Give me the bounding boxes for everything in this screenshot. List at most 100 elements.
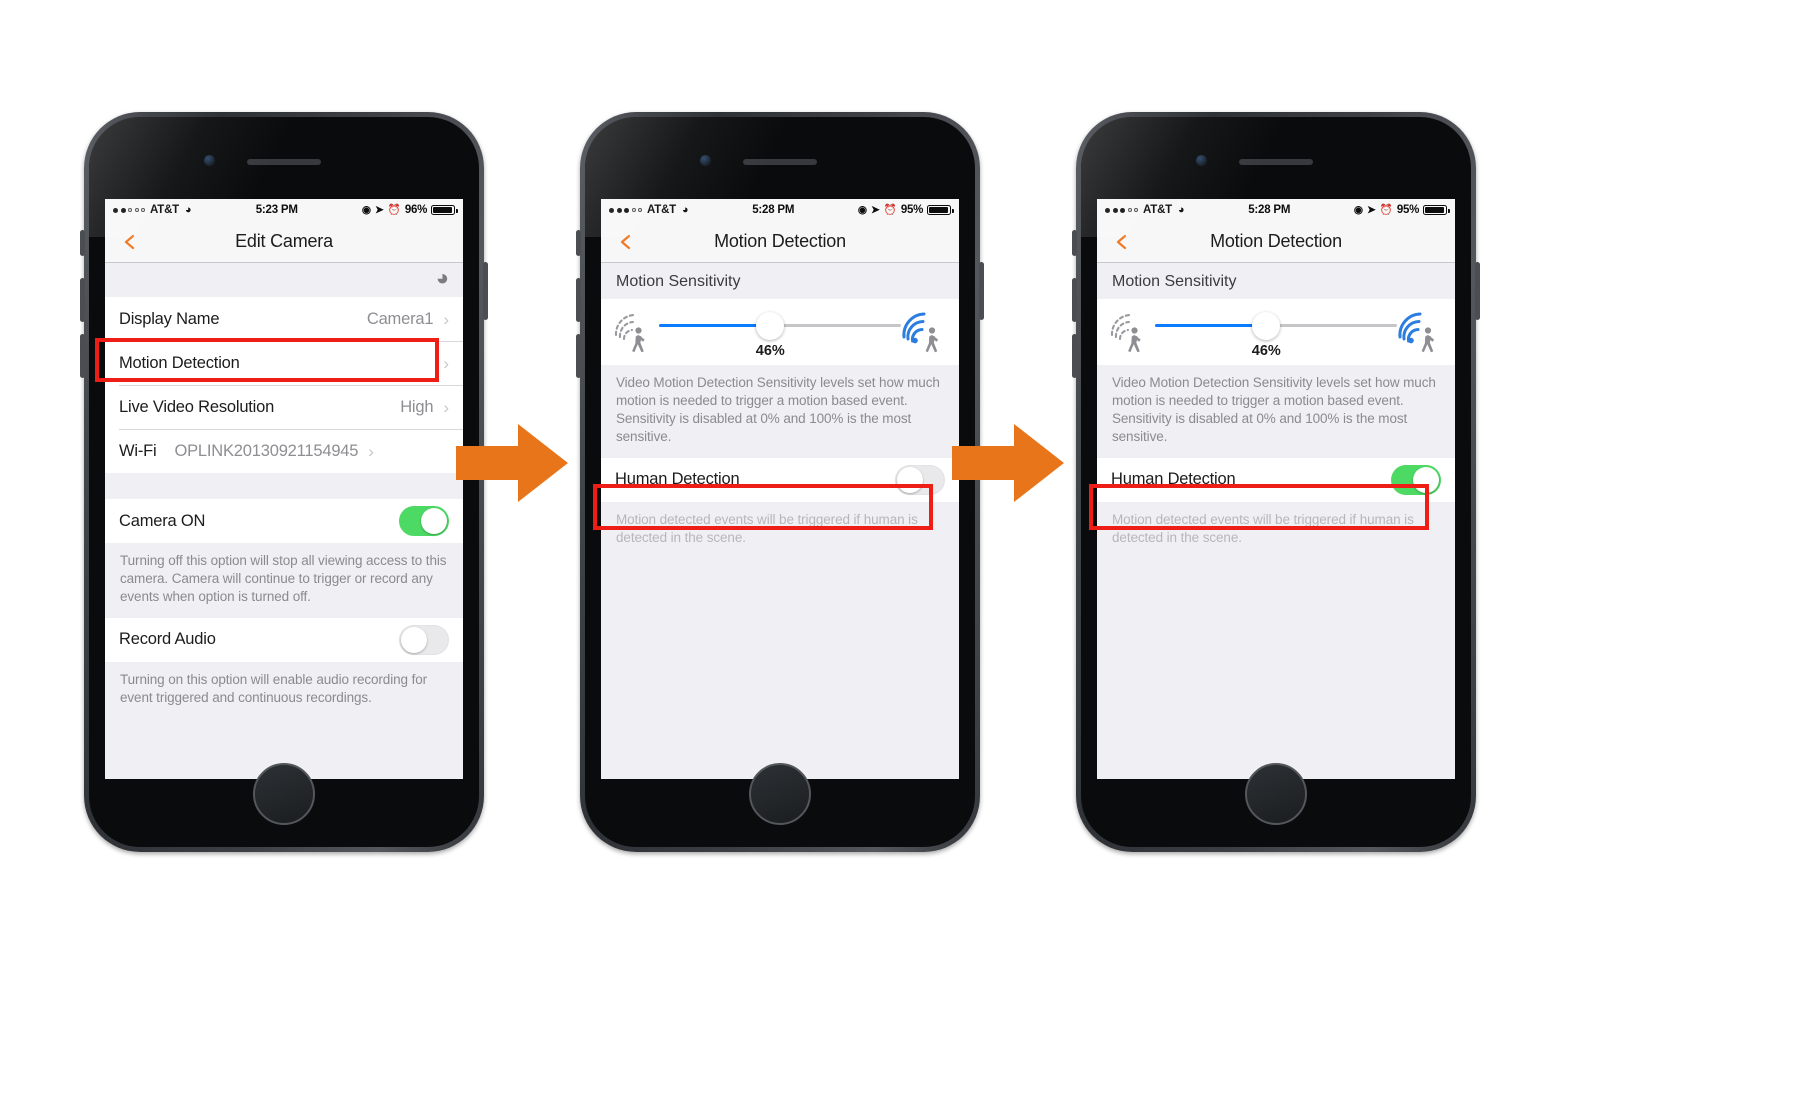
status-bar-right: ◉ ➤ ⏰ 95% xyxy=(858,203,954,216)
volume-up-button[interactable] xyxy=(80,278,85,322)
page-title: Motion Detection xyxy=(714,231,846,251)
row-human-detection[interactable]: Human Detection xyxy=(601,457,959,502)
home-button[interactable] xyxy=(253,763,315,825)
page-title: Edit Camera xyxy=(235,231,333,251)
wifi-status-strip: ◕ xyxy=(105,263,463,297)
home-button[interactable] xyxy=(1245,763,1307,825)
mute-switch[interactable] xyxy=(80,230,85,256)
tutorial-flow-canvas: AT&T ◕ 5:23 PM ◉ ➤ ⏰ 96% Edit Camera ◕ D… xyxy=(0,0,1806,1106)
sensitivity-note: Video Motion Detection Sensitivity level… xyxy=(1097,365,1455,458)
row-display-name[interactable]: Display Name Camera1 › xyxy=(105,297,463,341)
volume-down-button[interactable] xyxy=(576,334,581,378)
slider-fill xyxy=(659,324,771,327)
earpiece-speaker xyxy=(247,159,321,165)
row-label: Wi-Fi xyxy=(119,441,157,460)
status-bar-right: ◉ ➤ ⏰ 96% xyxy=(361,203,458,216)
low-sensitivity-person-icon xyxy=(1109,309,1155,357)
row-camera-on[interactable]: Camera ON xyxy=(105,499,463,543)
front-camera-icon xyxy=(1196,155,1207,166)
slider-thumb[interactable] xyxy=(756,312,785,340)
step-arrow-2 xyxy=(952,424,1064,502)
section-gap xyxy=(105,473,463,499)
status-bar: AT&T ◕ 5:23 PM ◉ ➤ ⏰ 96% xyxy=(105,199,463,221)
volume-up-button[interactable] xyxy=(1072,278,1077,322)
carrier-label: AT&T xyxy=(150,204,180,216)
row-label: Human Detection xyxy=(1111,470,1236,489)
chevron-right-icon: › xyxy=(443,397,449,417)
battery-percent-label: 95% xyxy=(900,204,923,216)
back-chevron-icon[interactable] xyxy=(617,233,635,251)
high-sensitivity-person-icon xyxy=(901,309,947,357)
row-label: Motion Detection xyxy=(119,353,240,372)
row-live-video-resolution[interactable]: Live Video Resolution High › xyxy=(105,385,463,429)
camera-on-toggle[interactable] xyxy=(399,506,449,536)
record-audio-note: Turning on this option will enable audio… xyxy=(105,661,463,719)
slider-fill xyxy=(1155,324,1267,327)
sensitivity-slider[interactable]: 46% xyxy=(1155,309,1397,359)
status-bar-clock: 5:28 PM xyxy=(1248,204,1291,216)
row-wifi[interactable]: Wi-Fi OPLINK20130921154945 › xyxy=(105,429,463,473)
row-motion-detection[interactable]: Motion Detection › xyxy=(105,341,463,385)
phone-2-bezel: AT&T ◕ 5:28 PM ◉ ➤ ⏰ 95% Motion Detectio… xyxy=(585,117,975,847)
volume-down-button[interactable] xyxy=(1072,334,1077,378)
row-label: Camera ON xyxy=(119,511,206,530)
location-arrow-icon: ➤ xyxy=(870,203,880,216)
row-value: High xyxy=(400,397,434,416)
human-detection-toggle[interactable] xyxy=(895,464,945,495)
chevron-right-icon: › xyxy=(443,353,449,373)
sensitivity-slider[interactable]: 46% xyxy=(659,309,901,359)
record-audio-toggle[interactable] xyxy=(399,624,449,655)
rotation-lock-icon: ◉ xyxy=(1353,203,1363,216)
camera-on-note: Turning off this option will stop all vi… xyxy=(105,543,463,618)
battery-percent-label: 96% xyxy=(404,204,427,216)
battery-percent-label: 95% xyxy=(1396,204,1419,216)
rotation-lock-icon: ◉ xyxy=(361,203,371,216)
navigation-bar: Motion Detection xyxy=(1097,221,1455,263)
volume-up-button[interactable] xyxy=(576,278,581,322)
human-detection-note: Motion detected events will be triggered… xyxy=(601,501,959,559)
human-detection-note: Motion detected events will be triggered… xyxy=(1097,501,1455,559)
row-label: Human Detection xyxy=(615,470,740,489)
phone-1-edit-camera: AT&T ◕ 5:23 PM ◉ ➤ ⏰ 96% Edit Camera ◕ D… xyxy=(80,112,488,852)
back-chevron-icon[interactable] xyxy=(1113,233,1131,251)
front-camera-icon xyxy=(204,155,215,166)
wifi-icon: ◕ xyxy=(1178,204,1185,216)
mute-switch[interactable] xyxy=(1072,230,1077,256)
row-record-audio[interactable]: Record Audio xyxy=(105,617,463,662)
alarm-clock-icon: ⏰ xyxy=(883,203,897,216)
battery-icon xyxy=(927,205,954,215)
earpiece-speaker xyxy=(1239,159,1313,165)
power-button[interactable] xyxy=(1475,262,1480,320)
chevron-right-icon: › xyxy=(368,441,374,461)
battery-icon xyxy=(1423,205,1450,215)
phone-1-bezel: AT&T ◕ 5:23 PM ◉ ➤ ⏰ 96% Edit Camera ◕ D… xyxy=(89,117,479,847)
wifi-icon: ◕ xyxy=(435,265,449,290)
phone-3-screen: AT&T ◕ 5:28 PM ◉ ➤ ⏰ 95% Motion Detectio… xyxy=(1097,199,1455,779)
alarm-clock-icon: ⏰ xyxy=(387,203,401,216)
signal-strength-icon xyxy=(609,207,642,213)
phone-2-screen: AT&T ◕ 5:28 PM ◉ ➤ ⏰ 95% Motion Detectio… xyxy=(601,199,959,779)
motion-sensitivity-slider-section: 46% xyxy=(601,299,959,365)
row-label: Display Name xyxy=(119,309,220,328)
back-chevron-icon[interactable] xyxy=(121,233,139,251)
power-button[interactable] xyxy=(979,262,984,320)
row-human-detection[interactable]: Human Detection xyxy=(1097,457,1455,502)
power-button[interactable] xyxy=(483,262,488,320)
motion-sensitivity-slider-section: 46% xyxy=(1097,299,1455,365)
status-bar-clock: 5:23 PM xyxy=(255,204,298,216)
phone-3-motion-detection-on: AT&T ◕ 5:28 PM ◉ ➤ ⏰ 95% Motion Detectio… xyxy=(1072,112,1480,852)
row-label: Live Video Resolution xyxy=(119,397,275,416)
sensitivity-note: Video Motion Detection Sensitivity level… xyxy=(601,365,959,458)
human-detection-toggle[interactable] xyxy=(1391,464,1441,495)
signal-strength-icon xyxy=(113,207,145,213)
status-bar-left: AT&T ◕ xyxy=(113,204,192,216)
volume-down-button[interactable] xyxy=(80,334,85,378)
page-title: Motion Detection xyxy=(1210,231,1342,251)
low-sensitivity-person-icon xyxy=(613,309,659,357)
mute-switch[interactable] xyxy=(576,230,581,256)
status-bar-right: ◉ ➤ ⏰ 95% xyxy=(1353,203,1450,216)
location-arrow-icon: ➤ xyxy=(1366,203,1376,216)
slider-thumb[interactable] xyxy=(1252,312,1281,340)
chevron-right-icon: › xyxy=(443,309,449,329)
home-button[interactable] xyxy=(749,763,811,825)
